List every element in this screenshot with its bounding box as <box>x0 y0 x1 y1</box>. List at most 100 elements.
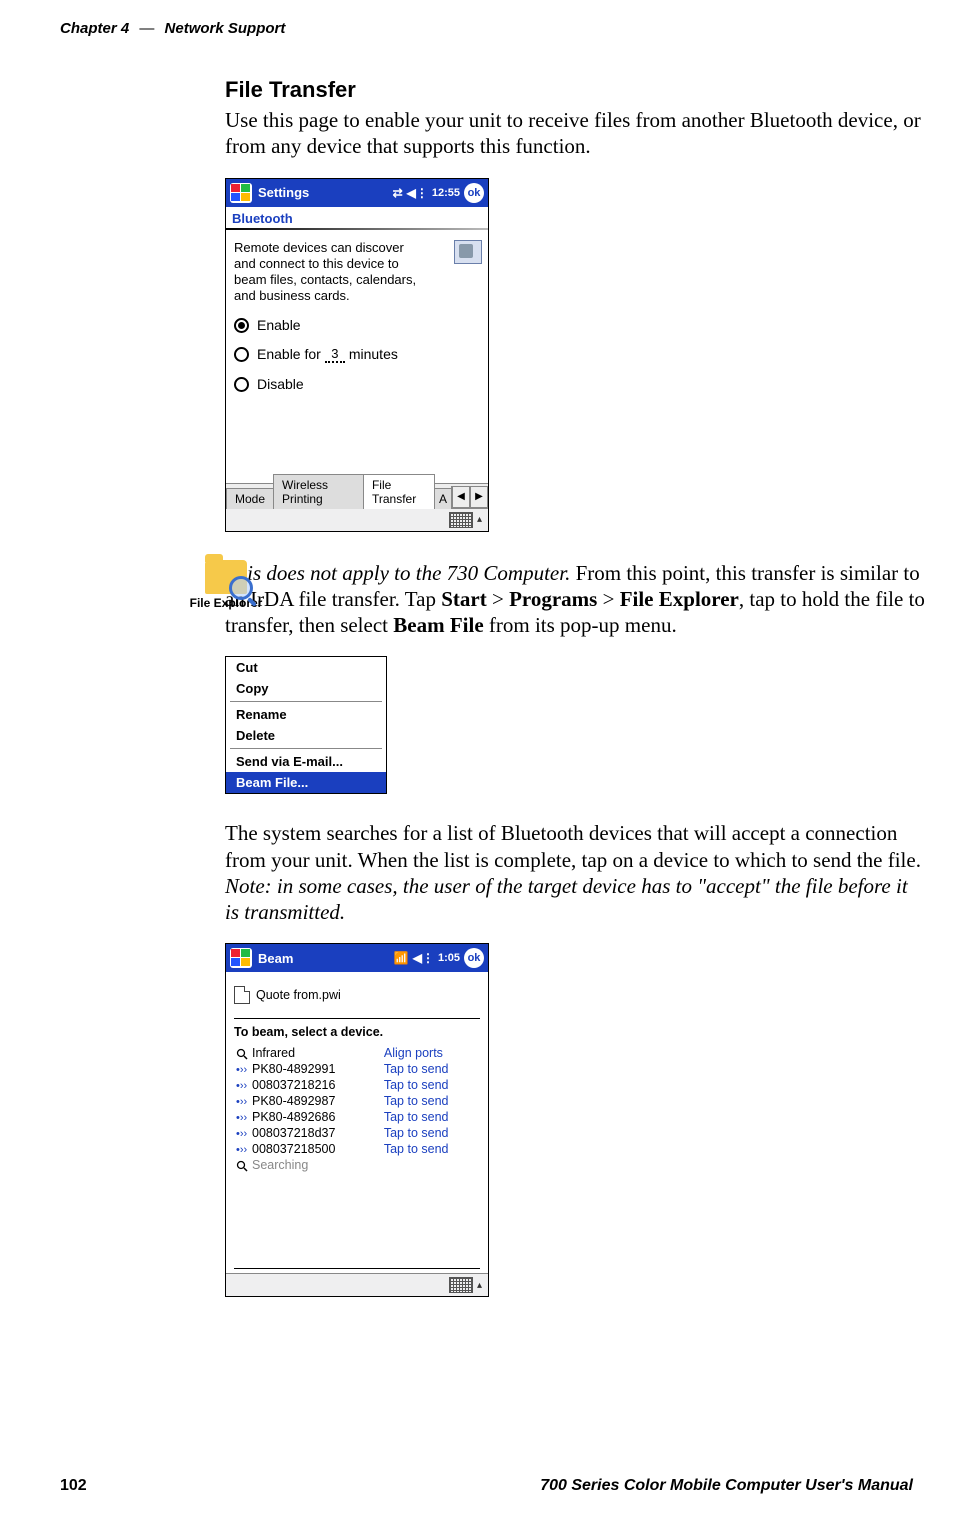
screenshot-settings-bluetooth: Settings ⇄ ◀⋮ 12:55 ok Bluetooth Remote … <box>225 178 489 532</box>
search-icon <box>236 1160 248 1172</box>
volume-icon[interactable]: ◀⋮ <box>413 951 434 965</box>
device-name: PK80-4892991 <box>252 1062 335 1076</box>
sip-up-icon[interactable]: ▴ <box>477 1280 482 1291</box>
device-action[interactable]: Tap to send <box>382 1061 480 1077</box>
tab-mode[interactable]: Mode <box>226 488 274 509</box>
page: Chapter 4 — Network Support File Transfe… <box>0 0 973 1519</box>
device-name: 008037218500 <box>252 1142 335 1156</box>
radio-enable-for-post: minutes <box>349 346 398 364</box>
bluetooth-icon: •›› <box>236 1064 248 1076</box>
device-row[interactable]: •››008037218d37Tap to send <box>234 1125 480 1141</box>
screenshot-beam: Beam 📶 ◀⋮ 1:05 ok Quote from.pwi T <box>225 943 489 1297</box>
tab-bar: Mode Wireless Printing File Transfer A ◀… <box>226 483 488 508</box>
document-icon <box>234 986 250 1004</box>
radio-enable[interactable]: Enable <box>234 317 480 335</box>
sip-up-icon[interactable]: ▴ <box>477 514 482 525</box>
bluetooth-icon: •›› <box>236 1096 248 1108</box>
connectivity-icon[interactable]: 📶 <box>394 951 409 965</box>
menu-beam-file[interactable]: Beam File... <box>226 772 386 793</box>
beam-instruction: To beam, select a device. <box>234 1025 480 1039</box>
tab-extra[interactable]: A <box>434 488 452 509</box>
radio-disable-label: Disable <box>257 376 304 394</box>
device-name: Searching <box>252 1158 308 1172</box>
device-action[interactable]: Tap to send <box>382 1077 480 1093</box>
device-row[interactable]: •›› 008037218500 Tap to send <box>234 1141 480 1157</box>
file-explorer-icon-block: File Explorer <box>185 560 267 610</box>
note-730: This does not apply to the 730 Computer. <box>225 561 570 585</box>
radio-enable-label: Enable <box>257 317 301 335</box>
minutes-input[interactable] <box>325 346 345 363</box>
magnifier-icon <box>229 576 253 600</box>
paragraph-intro: Use this page to enable your unit to rec… <box>225 107 925 160</box>
running-header: Chapter 4 — Network Support <box>60 20 913 37</box>
tab-scroll-right[interactable]: ▶ <box>470 486 488 508</box>
header-dash: — <box>139 20 154 37</box>
device-row[interactable]: •››PK80-4892686Tap to send <box>234 1109 480 1125</box>
device-action[interactable]: Tap to send <box>382 1093 480 1109</box>
sip-bar: ▴ <box>226 508 488 531</box>
sip-bar: ▴ <box>226 1273 488 1296</box>
radio-icon <box>234 318 249 333</box>
radio-icon <box>234 347 249 362</box>
tab-scroll-left[interactable]: ◀ <box>452 486 470 508</box>
p3a: The system searches for a list of Blueto… <box>225 821 921 871</box>
start-icon[interactable] <box>230 948 252 968</box>
device-name: 008037218216 <box>252 1078 335 1092</box>
page-number: 102 <box>60 1477 87 1495</box>
menu-send-email[interactable]: Send via E-mail... <box>226 751 386 772</box>
device-name: Infrared <box>252 1046 295 1060</box>
device-list: Infrared Align ports •›› PK80-4892991 Tap to… <box>234 1045 480 1173</box>
menu-rename[interactable]: Rename <box>226 704 386 725</box>
tab-wireless-printing[interactable]: Wireless Printing <box>273 474 364 509</box>
paragraph-beam: The system searches for a list of Blueto… <box>225 820 925 925</box>
device-row[interactable]: •››PK80-4892987Tap to send <box>234 1093 480 1109</box>
beam-body: Quote from.pwi To beam, select a device.… <box>226 972 488 1273</box>
divider <box>234 1268 480 1269</box>
chapter-label: Chapter 4 <box>60 20 129 37</box>
gt2: > <box>597 587 619 611</box>
keyboard-icon[interactable] <box>449 1277 473 1293</box>
bluetooth-icon: •›› <box>236 1080 248 1092</box>
status-icons: ⇄ ◀⋮ 12:55 <box>393 186 460 200</box>
card-icon[interactable] <box>454 240 482 264</box>
device-action[interactable]: Align ports <box>382 1045 480 1061</box>
ok-button[interactable]: ok <box>464 948 484 968</box>
keyboard-icon[interactable] <box>449 512 473 528</box>
bluetooth-body: Remote devices can discover and connect … <box>226 236 488 483</box>
manual-title: 700 Series Color Mobile Computer User's … <box>540 1477 913 1495</box>
divider <box>234 1018 480 1019</box>
device-name: PK80-4892686 <box>252 1110 335 1124</box>
content-column: File Transfer Use this page to enable yo… <box>225 77 925 532</box>
section-label: Network Support <box>165 20 286 37</box>
device-row[interactable]: Infrared Align ports <box>234 1045 480 1061</box>
ok-button[interactable]: ok <box>464 183 484 203</box>
bluetooth-heading: Bluetooth <box>226 207 488 228</box>
menu-cut[interactable]: Cut <box>226 657 386 678</box>
volume-icon[interactable]: ◀⋮ <box>407 186 428 200</box>
start-icon[interactable] <box>230 183 252 203</box>
radio-enable-for-pre: Enable for <box>257 346 321 364</box>
device-row[interactable]: •›› PK80-4892991 Tap to send <box>234 1061 480 1077</box>
bluetooth-description: Remote devices can discover and connect … <box>234 240 424 305</box>
device-action[interactable]: Tap to send <box>382 1109 480 1125</box>
settings-titlebar: Settings ⇄ ◀⋮ 12:55 ok <box>226 179 488 207</box>
device-action[interactable]: Tap to send <box>382 1125 480 1141</box>
clock: 12:55 <box>432 187 460 199</box>
p3-note: Note: in some cases, the user of the tar… <box>225 874 908 924</box>
beam-titlebar: Beam 📶 ◀⋮ 1:05 ok <box>226 944 488 972</box>
connectivity-icon[interactable]: ⇄ <box>393 186 403 200</box>
bluetooth-icon: •›› <box>236 1144 248 1156</box>
device-row[interactable]: •›› 008037218216 Tap to send <box>234 1077 480 1093</box>
tab-file-transfer[interactable]: File Transfer <box>363 474 435 509</box>
heading-rule <box>226 228 488 230</box>
radio-icon <box>234 377 249 392</box>
menu-copy[interactable]: Copy <box>226 678 386 699</box>
p2c: from its pop-up menu. <box>484 613 677 637</box>
radio-disable[interactable]: Disable <box>234 376 480 394</box>
device-action[interactable]: Tap to send <box>382 1141 480 1157</box>
menu-delete[interactable]: Delete <box>226 725 386 746</box>
beam-title: Beam <box>258 951 293 966</box>
gt1: > <box>487 587 509 611</box>
radio-enable-for[interactable]: Enable for minutes <box>234 346 480 364</box>
paragraph-file-explorer: This does not apply to the 730 Computer.… <box>225 560 925 639</box>
